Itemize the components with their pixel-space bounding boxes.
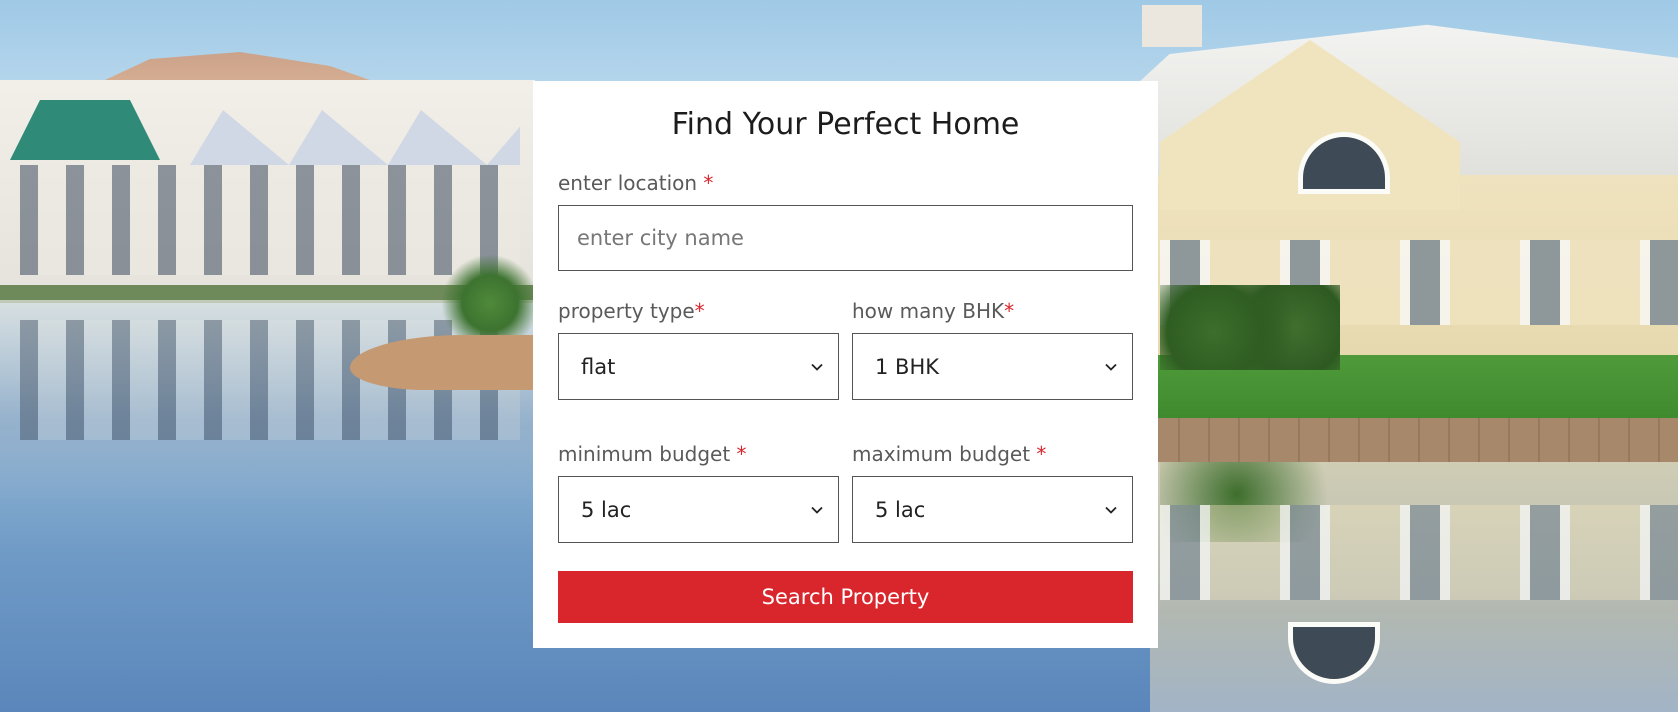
background-bushes [1160,285,1340,370]
property-type-select[interactable]: flat [558,333,839,400]
max-budget-field-group: maximum budget * 5 lac [852,440,1133,543]
max-budget-select[interactable]: 5 lac [852,476,1133,543]
property-type-label-text: property type [558,299,695,323]
max-budget-label: maximum budget * [852,440,1133,468]
location-input[interactable] [558,205,1133,271]
location-required-mark: * [703,171,714,195]
property-search-form: Find Your Perfect Home enter location * … [533,81,1158,648]
bhk-field-group: how many BHK* 1 BHK [852,297,1133,400]
property-type-field-group: property type* flat [558,297,839,400]
min-budget-field-group: minimum budget * 5 lac [558,440,839,543]
chevron-down-icon [810,360,824,374]
bhk-required-mark: * [1004,299,1015,323]
location-label-text: enter location [558,171,704,195]
chevron-down-icon [1104,503,1118,517]
background-right-reflection-windows [1160,505,1678,600]
max-budget-required-mark: * [1036,442,1047,466]
background-palm [440,255,540,335]
min-budget-label-text: minimum budget [558,442,737,466]
location-label: enter location * [558,169,1133,197]
bhk-label-text: how many BHK [852,299,1005,323]
location-field-group: enter location * [558,169,1133,271]
min-budget-value: 5 lac [581,497,632,522]
bhk-value: 1 BHK [875,354,940,379]
chevron-down-icon [810,503,824,517]
chevron-down-icon [1104,360,1118,374]
bhk-label: how many BHK* [852,297,1133,325]
bhk-select[interactable]: 1 BHK [852,333,1133,400]
background-chimney [1142,5,1202,47]
background-stone-wall [1150,418,1678,462]
property-type-value: flat [581,354,616,379]
min-budget-label: minimum budget * [558,440,839,468]
form-title: Find Your Perfect Home [671,107,1020,142]
search-property-button[interactable]: Search Property [558,571,1133,623]
hero-banner: Find Your Perfect Home enter location * … [0,0,1678,712]
max-budget-label-text: maximum budget [852,442,1037,466]
min-budget-select[interactable]: 5 lac [558,476,839,543]
property-type-required-mark: * [694,299,705,323]
property-type-label: property type* [558,297,839,325]
min-budget-required-mark: * [736,442,747,466]
max-budget-value: 5 lac [875,497,926,522]
